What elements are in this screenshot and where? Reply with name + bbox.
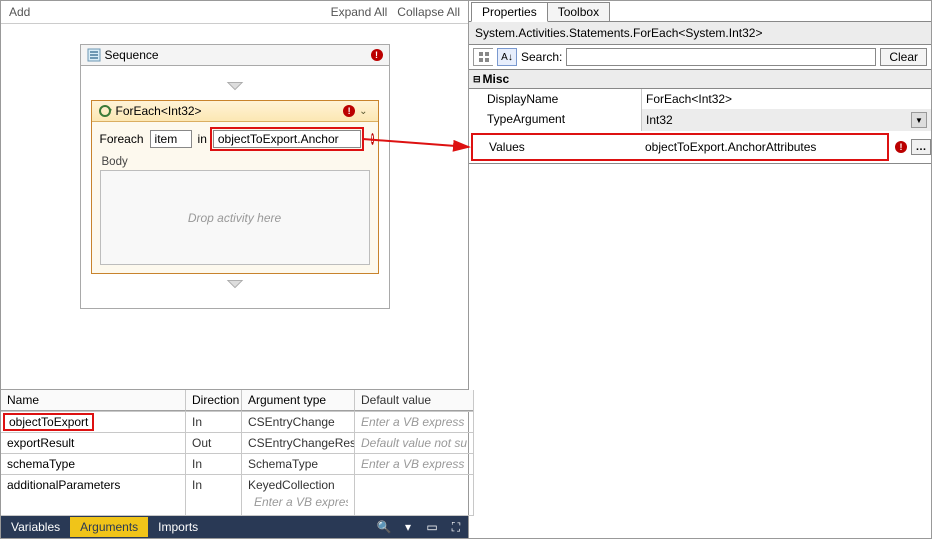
arg-type[interactable]: SchemaType <box>242 454 355 474</box>
body-drop-zone[interactable]: Drop activity here <box>100 170 370 265</box>
foreach-expression-input[interactable] <box>213 130 361 148</box>
tab-arguments[interactable]: Arguments <box>70 517 148 537</box>
arg-type[interactable]: KeyedCollectionEnter a VB express <box>242 475 355 515</box>
prop-key-values: Values <box>475 137 641 157</box>
arg-default[interactable]: Enter a VB express <box>248 492 348 512</box>
expand-all-link[interactable]: Expand All <box>331 5 388 19</box>
selected-type-label: System.Activities.Statements.ForEach<Sys… <box>469 22 931 45</box>
properties-tabs: Properties Toolbox <box>469 2 931 22</box>
in-label: in <box>198 132 207 146</box>
arg-name[interactable]: objectToExport <box>1 412 186 432</box>
sort-category-button[interactable] <box>473 48 493 66</box>
arguments-row[interactable]: schemaTypeInSchemaTypeEnter a VB express <box>1 454 473 475</box>
overview-icon[interactable]: ▭ <box>420 520 444 534</box>
properties-grid: DisplayName ForEach<Int32> TypeArgument … <box>469 89 931 164</box>
arg-name[interactable]: exportResult <box>1 433 186 453</box>
foreach-icon <box>98 104 112 118</box>
foreach-label: Foreach <box>100 132 144 146</box>
arg-name[interactable]: schemaType <box>1 454 186 474</box>
drop-indicator-icon <box>226 80 244 92</box>
arg-default[interactable]: Enter a VB express <box>355 412 473 432</box>
arg-type[interactable]: CSEntryChange <box>242 412 355 432</box>
arguments-grid[interactable]: Name Direction Argument type Default val… <box>1 389 468 516</box>
add-link[interactable]: Add <box>9 5 30 19</box>
arguments-row[interactable]: additionalParametersInKeyedCollectionEnt… <box>1 475 473 516</box>
foreach-title: ForEach<Int32> <box>116 104 202 118</box>
prop-val-displayname[interactable]: ForEach<Int32> <box>646 92 927 106</box>
prop-val-typeargument[interactable]: Int32 <box>646 113 911 127</box>
sort-alpha-button[interactable]: A↓ <box>497 48 517 66</box>
body-label: Body <box>102 156 368 168</box>
chevron-icon[interactable]: ⌄ <box>359 106 367 117</box>
sequence-title: Sequence <box>105 48 159 62</box>
properties-pane: Properties Toolbox System.Activities.Sta… <box>469 1 931 538</box>
sequence-activity[interactable]: Sequence ! ForEach<Int32> ! ⌄ <box>80 44 390 309</box>
col-name[interactable]: Name <box>1 390 186 411</box>
prop-row-typeargument[interactable]: TypeArgument Int32 ▼ <box>469 109 931 131</box>
designer-canvas[interactable]: Sequence ! ForEach<Int32> ! ⌄ <box>1 24 468 389</box>
category-misc[interactable]: ⊟ Misc <box>469 70 931 89</box>
col-type[interactable]: Argument type <box>242 390 355 411</box>
dropdown-icon[interactable]: ▼ <box>911 112 927 128</box>
error-icon[interactable]: ! <box>371 49 383 61</box>
collapse-all-link[interactable]: Collapse All <box>397 5 460 19</box>
tab-properties[interactable]: Properties <box>471 2 548 22</box>
properties-toolbar: A↓ Search: Clear <box>469 45 931 70</box>
prop-key-displayname: DisplayName <box>469 89 641 109</box>
arg-default[interactable]: Default value not su <box>355 433 473 453</box>
tab-toolbox[interactable]: Toolbox <box>547 2 610 22</box>
foreach-header[interactable]: ForEach<Int32> ! ⌄ <box>92 101 378 122</box>
arguments-row[interactable]: exportResultOutCSEntryChangeResDefault v… <box>1 433 473 454</box>
foreach-activity[interactable]: ForEach<Int32> ! ⌄ Foreach in ! <box>91 100 379 274</box>
arg-direction[interactable]: In <box>186 475 242 515</box>
foreach-item-input[interactable] <box>150 130 192 148</box>
fit-icon[interactable]: ⛶ <box>444 520 468 535</box>
arg-direction[interactable]: In <box>186 412 242 432</box>
prop-key-typeargument: TypeArgument <box>469 109 641 131</box>
zoom-level[interactable]: ▾ <box>396 520 420 534</box>
bottom-tab-bar: Variables Arguments Imports 🔍 ▾ ▭ ⛶ <box>1 516 468 538</box>
arguments-header-row: Name Direction Argument type Default val… <box>1 390 473 412</box>
arg-default[interactable]: Enter a VB express <box>355 454 473 474</box>
drop-indicator-icon <box>226 278 244 290</box>
arg-name[interactable]: additionalParameters <box>1 475 186 515</box>
collapse-icon[interactable]: ⊟ <box>473 74 481 85</box>
prop-val-values[interactable]: objectToExport.AnchorAttributes <box>645 140 881 154</box>
error-icon[interactable]: ! <box>371 133 374 145</box>
foreach-config-row: Foreach in ! <box>100 130 370 148</box>
sequence-header[interactable]: Sequence ! <box>81 45 389 66</box>
error-icon[interactable]: ! <box>343 105 355 117</box>
error-icon[interactable]: ! <box>895 141 907 153</box>
designer-toolbar: Add Expand All Collapse All <box>1 1 468 24</box>
col-direction[interactable]: Direction <box>186 390 242 411</box>
search-label: Search: <box>521 50 562 64</box>
prop-row-values-highlight: Values objectToExport.AnchorAttributes <box>471 133 889 161</box>
arg-direction[interactable]: Out <box>186 433 242 453</box>
designer-pane: Add Expand All Collapse All Sequence ! <box>1 1 469 538</box>
col-default[interactable]: Default value <box>355 390 473 411</box>
ellipsis-button[interactable]: … <box>911 139 931 155</box>
tab-imports[interactable]: Imports <box>148 517 208 537</box>
tab-variables[interactable]: Variables <box>1 517 70 537</box>
search-icon[interactable]: 🔍 <box>372 520 396 534</box>
clear-search-button[interactable]: Clear <box>880 48 927 66</box>
arg-direction[interactable]: In <box>186 454 242 474</box>
property-search-input[interactable] <box>566 48 876 66</box>
arg-type[interactable]: CSEntryChangeRes <box>242 433 355 453</box>
misc-label: Misc <box>483 72 510 86</box>
prop-row-displayname[interactable]: DisplayName ForEach<Int32> <box>469 89 931 109</box>
arguments-row[interactable]: objectToExportInCSEntryChangeEnter a VB … <box>1 412 473 433</box>
sequence-icon <box>87 48 101 62</box>
drop-hint: Drop activity here <box>188 211 281 225</box>
